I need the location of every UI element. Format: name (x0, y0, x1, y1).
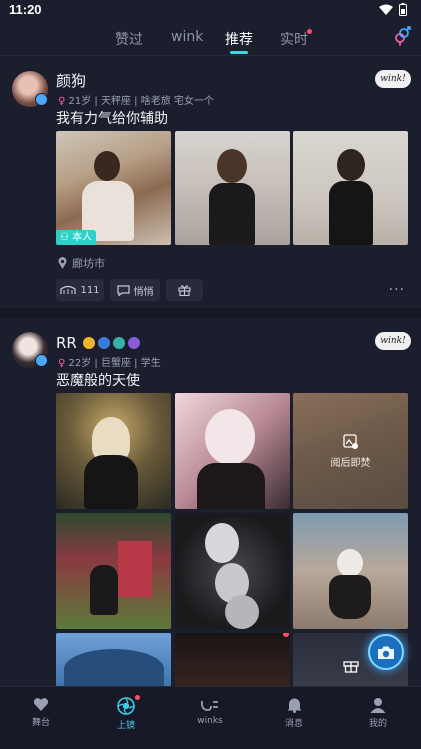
post-photo[interactable] (175, 633, 290, 686)
location: 廊坊市 (58, 255, 105, 271)
notification-dot (135, 695, 140, 700)
verified-badge-icon (35, 354, 48, 367)
location-pin-icon (58, 257, 67, 269)
status-time: 11:20 (9, 2, 42, 17)
burn-after-read-photo[interactable]: 阅后即焚 (293, 393, 408, 509)
nav-winks[interactable]: winks (190, 697, 230, 726)
nav-messages[interactable]: 消息 (274, 697, 314, 729)
wifi-icon (379, 4, 393, 15)
like-icon (60, 285, 77, 294)
post-photo[interactable] (56, 633, 171, 686)
bell-icon (287, 698, 301, 713)
wink-button[interactable]: wink! (375, 332, 411, 350)
person-icon (370, 698, 386, 713)
like-count: 111 (80, 284, 100, 296)
tab-realtime[interactable]: 实时 (280, 29, 312, 49)
post-photo[interactable] (56, 393, 171, 509)
wink-button[interactable]: wink! (375, 70, 411, 88)
user-meta: ♀ 21岁 | 天秤座 | 啥老旅 宅女一个 (58, 92, 214, 107)
user-meta-text: 21岁 | 天秤座 | 啥老旅 宅女一个 (68, 96, 214, 107)
username-row: RR (56, 334, 140, 352)
whisper-button[interactable]: 悄悄 (110, 279, 160, 301)
battery-icon (399, 3, 407, 16)
female-icon: ♀ (58, 96, 66, 107)
member-badge-icon (112, 337, 125, 349)
user-meta-text: 22岁 | 巨蟹座 | 学生 (68, 358, 161, 369)
level-badge-icon (97, 337, 110, 349)
top-tab-bar: 赞过 wink 推荐 实时 (0, 22, 421, 56)
whisper-label: 悄悄 (133, 286, 154, 298)
tab-liked[interactable]: 赞过 (115, 29, 143, 49)
vip-badge-icon (127, 337, 140, 349)
post-photo[interactable]: ⚇ 本人 (56, 131, 171, 245)
post-photo[interactable] (175, 131, 290, 245)
nav-stage[interactable]: 舞台 (21, 697, 61, 728)
post-photo[interactable] (293, 513, 408, 629)
crown-badge-icon (82, 337, 95, 349)
tab-recommend[interactable]: 推荐 (225, 29, 253, 54)
person-icon: ⚇ (60, 232, 69, 243)
tab-active-indicator (230, 51, 248, 54)
post-caption: 恶魔般的天使 (56, 373, 140, 389)
image-lock-icon (342, 433, 358, 449)
post-photo[interactable] (293, 131, 408, 245)
post-caption: 我有力气给你辅助 (56, 111, 168, 127)
post-photo[interactable] (175, 513, 290, 629)
notification-dot (307, 29, 312, 34)
gender-filter-button[interactable] (393, 26, 411, 50)
location-text: 廊坊市 (72, 257, 105, 270)
burn-after-read-label: 阅后即焚 (330, 457, 371, 469)
bottom-nav: 舞台 上镜 winks 消息 我的 (0, 686, 421, 749)
winks-icon (200, 700, 218, 711)
feed-post: 颜狗 ♀ 21岁 | 天秤座 | 啥老旅 宅女一个 wink! 我有力气给你辅助… (0, 56, 421, 308)
nav-profile[interactable]: 我的 (358, 697, 398, 729)
post-divider (0, 308, 421, 318)
username[interactable]: RR (56, 334, 77, 352)
self-photo-tag: ⚇ 本人 (56, 230, 97, 245)
status-bar: 11:20 (0, 0, 421, 20)
female-icon: ♀ (58, 358, 66, 369)
gift-button[interactable] (166, 279, 203, 301)
nav-upload[interactable]: 上镜 (106, 695, 146, 731)
tab-wink[interactable]: wink (171, 29, 203, 45)
notification-dot (283, 633, 289, 637)
camera-icon (378, 646, 394, 659)
user-meta: ♀ 22岁 | 巨蟹座 | 学生 (58, 354, 161, 369)
gender-filter-icon (395, 26, 411, 46)
verified-badge-icon (35, 93, 48, 106)
chat-bubble-icon (116, 284, 130, 296)
post-photo[interactable] (56, 513, 171, 629)
gift-icon (343, 661, 359, 673)
gift-icon (178, 285, 191, 296)
camera-button[interactable] (368, 634, 404, 670)
feed-post: RR ♀ 22岁 | 巨蟹座 | 学生 wink! 恶魔般的天使 阅后即焚 (0, 318, 421, 686)
more-options-button[interactable]: ··· (389, 282, 405, 298)
heart-icon (33, 698, 49, 711)
post-photo[interactable] (175, 393, 290, 509)
like-button[interactable]: 111 (56, 279, 104, 301)
username[interactable]: 颜狗 (56, 70, 86, 91)
aperture-icon (117, 697, 135, 715)
